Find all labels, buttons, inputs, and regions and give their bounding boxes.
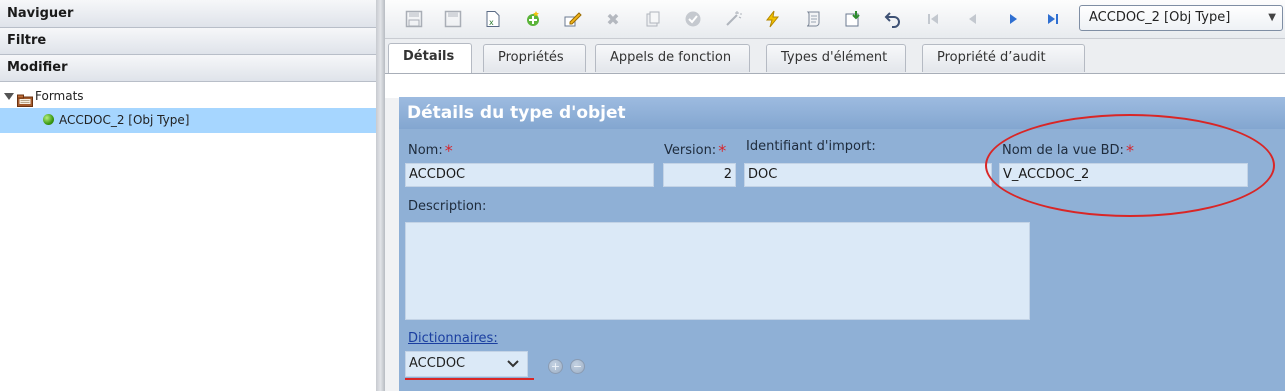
accordion-header-navigate[interactable]: Naviguer <box>0 0 376 28</box>
import-id-label: Identifiant d'import: <box>746 139 876 154</box>
annotation-red-ellipse <box>985 114 1275 217</box>
script-icon[interactable] <box>801 7 825 31</box>
panel-splitter[interactable] <box>376 0 385 391</box>
generate-icon[interactable] <box>721 7 745 31</box>
name-label: Nom: * <box>408 141 453 160</box>
tree-node-label: Formats <box>35 89 84 103</box>
accordion-header-filter[interactable]: Filtre <box>0 28 376 55</box>
toolbar: x ✖ ACCDOC_2 [Obj Type] ▼ <box>385 0 1285 39</box>
run-icon[interactable] <box>761 7 785 31</box>
tab-element-types[interactable]: Types d'élément <box>766 44 906 72</box>
tree-node-formats[interactable]: Formats <box>0 82 376 108</box>
chevron-down-icon <box>507 353 519 377</box>
description-textarea[interactable] <box>405 222 1030 320</box>
right-panel: x ✖ ACCDOC_2 [Obj Type] ▼ Détails Propri… <box>385 0 1285 391</box>
tab-function-calls[interactable]: Appels de fonction <box>595 44 750 72</box>
undo-icon[interactable] <box>881 7 905 31</box>
plus-icon: + <box>550 360 561 373</box>
object-selector-value: ACCDOC_2 [Obj Type] <box>1089 10 1231 25</box>
tab-bar: Détails Propriétés Appels de fonction Ty… <box>385 39 1285 74</box>
dictionaries-value: ACCDOC <box>409 356 466 371</box>
tab-audit-property[interactable]: Propriété d’audit <box>922 44 1085 72</box>
minus-icon: − <box>572 360 583 373</box>
expand-arrow-icon[interactable] <box>4 93 14 100</box>
copy-icon[interactable] <box>641 7 665 31</box>
status-green-icon <box>43 114 54 125</box>
object-type-details-panel: Détails du type d'objet Nom: * Version: * … <box>399 97 1285 391</box>
edit-icon[interactable] <box>561 7 585 31</box>
annotation-red-underline <box>405 378 534 380</box>
accordion-header-modify[interactable]: Modifier <box>0 55 376 82</box>
object-selector-dropdown[interactable]: ACCDOC_2 [Obj Type] ▼ <box>1079 5 1283 31</box>
svg-text:x: x <box>489 18 494 27</box>
tree-item-label: ACCDOC_2 [Obj Type] <box>59 113 190 127</box>
version-label: Version: * <box>664 141 727 160</box>
export-icon[interactable]: x <box>481 7 505 31</box>
required-asterisk: * <box>718 141 727 160</box>
dictionaries-link[interactable]: Dictionnaires: <box>408 331 498 346</box>
description-label: Description: <box>408 199 487 214</box>
next-page-icon[interactable] <box>1001 7 1025 31</box>
remove-dictionary-button[interactable]: − <box>570 359 585 374</box>
dictionaries-dropdown[interactable]: ACCDOC <box>405 351 528 377</box>
required-asterisk: * <box>444 141 453 160</box>
first-page-icon[interactable] <box>921 7 945 31</box>
name-field[interactable]: ACCDOC <box>405 163 654 187</box>
download-icon[interactable] <box>841 7 865 31</box>
folder-icon <box>17 89 33 107</box>
save-as-icon[interactable] <box>402 7 426 31</box>
version-field[interactable]: 2 <box>663 163 736 187</box>
last-page-icon[interactable] <box>1041 7 1065 31</box>
chevron-down-icon: ▼ <box>1268 12 1276 23</box>
delete-icon[interactable]: ✖ <box>601 7 625 31</box>
previous-page-icon[interactable] <box>961 7 985 31</box>
validate-icon[interactable] <box>681 7 705 31</box>
left-panel: Naviguer Filtre Modifier Formats ACCDOC_… <box>0 0 376 391</box>
tab-properties[interactable]: Propriétés <box>483 44 586 72</box>
save-icon[interactable] <box>441 7 465 31</box>
tab-details[interactable]: Détails <box>388 43 472 73</box>
add-dictionary-button[interactable]: + <box>548 359 563 374</box>
tree-item-accdoc-2[interactable]: ACCDOC_2 [Obj Type] <box>0 108 376 133</box>
new-icon[interactable] <box>521 7 545 31</box>
content-spacer <box>385 74 1285 98</box>
import-id-field[interactable]: DOC <box>744 163 992 187</box>
